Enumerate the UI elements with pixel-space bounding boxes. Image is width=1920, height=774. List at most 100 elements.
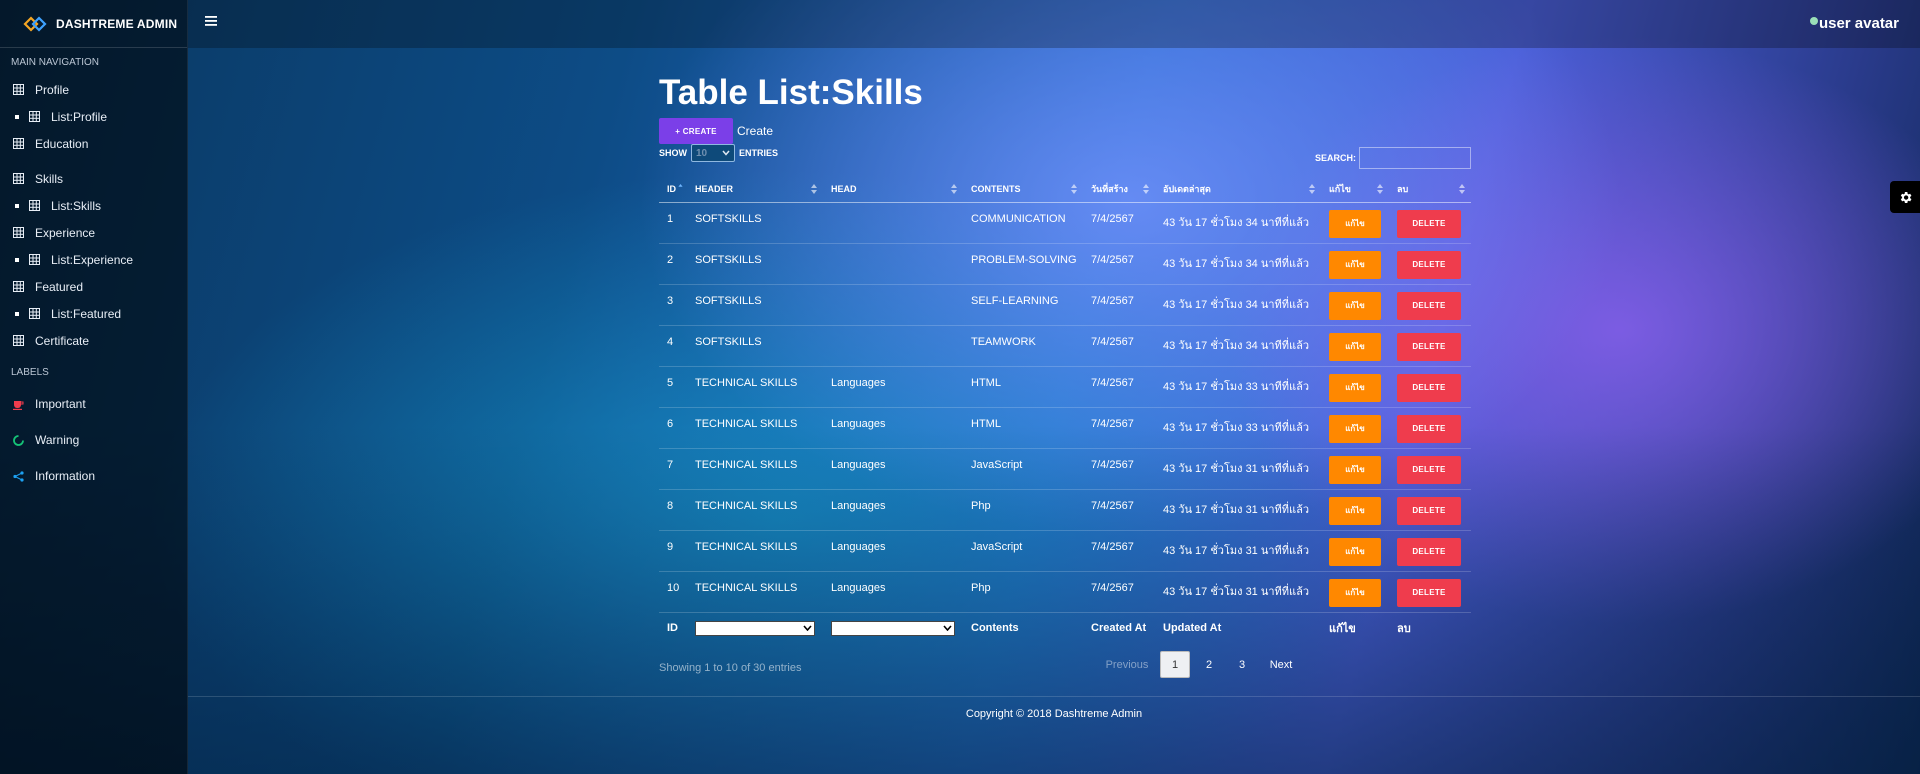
delete-button[interactable]: DELETE xyxy=(1397,209,1461,238)
cell-edit: แก้ไข xyxy=(1321,366,1389,408)
cell-edit: แก้ไข xyxy=(1321,202,1389,244)
pagination-next[interactable]: Next xyxy=(1261,651,1301,678)
footer-head-filter-cell xyxy=(823,611,963,644)
gear-icon xyxy=(1900,191,1911,203)
sidebar-item-list-featured[interactable]: List:Featured xyxy=(0,300,187,327)
sidebar-item-education[interactable]: Education xyxy=(0,130,187,157)
cell-updated: 43 วัน 17 ชั่วโมง 34 นาทีที่แล้ว xyxy=(1155,243,1321,285)
column-header-label: HEAD xyxy=(831,183,857,194)
column-header-7[interactable]: ลบ xyxy=(1389,176,1471,203)
delete-button[interactable]: DELETE xyxy=(1397,578,1461,607)
brand[interactable]: DASHTREME ADMIN xyxy=(0,0,187,48)
edit-button[interactable]: แก้ไข xyxy=(1329,537,1381,566)
cell-contents: PROBLEM-SOLVING xyxy=(963,243,1083,285)
label-item-warning[interactable]: Warning xyxy=(0,422,187,458)
sidebar-item-certificate[interactable]: Certificate xyxy=(0,327,187,354)
sidebar-item-label: Skills xyxy=(35,171,64,186)
search-input[interactable] xyxy=(1359,147,1471,169)
cell-delete: DELETE xyxy=(1389,530,1471,572)
head-filter-select[interactable] xyxy=(831,620,955,636)
cell-delete: DELETE xyxy=(1389,284,1471,326)
column-header-1[interactable]: HEADER xyxy=(687,176,823,203)
sidebar-item-skills[interactable]: Skills xyxy=(0,165,187,192)
create-button[interactable]: + CREATE xyxy=(659,118,733,144)
edit-button[interactable]: แก้ไข xyxy=(1329,455,1381,484)
edit-button[interactable]: แก้ไข xyxy=(1329,250,1381,279)
cell-delete: DELETE xyxy=(1389,489,1471,531)
cell-edit: แก้ไข xyxy=(1321,571,1389,613)
labels-header: LABELS xyxy=(11,367,49,378)
edit-button[interactable]: แก้ไข xyxy=(1329,209,1381,238)
edit-button[interactable]: แก้ไข xyxy=(1329,414,1381,443)
sidebar-item-list-experience[interactable]: List:Experience xyxy=(0,246,187,273)
label-item-text: Warning xyxy=(35,433,80,447)
nav-list: Profile List:Profile Education Skills List:S… xyxy=(0,76,187,354)
delete-button[interactable]: DELETE xyxy=(1397,414,1461,443)
cell-id: 8 xyxy=(659,489,687,531)
column-header-5[interactable]: อัปเดตล่าสุด xyxy=(1155,176,1321,203)
chevron-down-icon xyxy=(943,625,952,632)
page-length-select[interactable]: 10 xyxy=(691,144,735,162)
table-row: 10 TECHNICAL SKILLS Languages Php 7/4/2567 43… xyxy=(659,571,1471,613)
column-header-3[interactable]: CONTENTS xyxy=(963,176,1083,203)
column-header-6[interactable]: แก้ไข xyxy=(1321,176,1389,203)
footer-updated-label: Updated At xyxy=(1155,611,1321,644)
sub-bullet xyxy=(15,311,19,316)
sub-bullet xyxy=(15,114,19,119)
delete-button[interactable]: DELETE xyxy=(1397,373,1461,402)
pagination-page-2[interactable]: 2 xyxy=(1195,651,1223,678)
cell-updated: 43 วัน 17 ชั่วโมง 31 นาทีที่แล้ว xyxy=(1155,571,1321,613)
delete-button[interactable]: DELETE xyxy=(1397,291,1461,320)
table-grid-icon xyxy=(29,111,40,122)
label-item-important[interactable]: Important xyxy=(0,386,187,422)
sidebar-item-list-skills[interactable]: List:Skills xyxy=(0,192,187,219)
sidebar-item-label: Experience xyxy=(35,225,96,240)
pagination-page-1[interactable]: 1 xyxy=(1160,651,1190,678)
delete-button[interactable]: DELETE xyxy=(1397,537,1461,566)
column-header-label: ID xyxy=(667,183,676,194)
cell-edit: แก้ไข xyxy=(1321,284,1389,326)
column-header-0[interactable]: ID xyxy=(659,176,687,203)
edit-button[interactable]: แก้ไข xyxy=(1329,578,1381,607)
settings-toggle[interactable] xyxy=(1890,181,1920,213)
header-filter-select[interactable] xyxy=(695,620,815,636)
pagination-page-3[interactable]: 3 xyxy=(1228,651,1256,678)
cell-created: 7/4/2567 xyxy=(1083,407,1155,449)
edit-button[interactable]: แก้ไข xyxy=(1329,332,1381,361)
menu-toggle-icon[interactable] xyxy=(205,16,217,26)
cell-id: 10 xyxy=(659,571,687,613)
table-row: 8 TECHNICAL SKILLS Languages Php 7/4/2567 43 … xyxy=(659,489,1471,531)
delete-button[interactable]: DELETE xyxy=(1397,455,1461,484)
column-header-4[interactable]: วันที่สร้าง xyxy=(1083,176,1155,203)
cell-id: 1 xyxy=(659,202,687,244)
sidebar-item-experience[interactable]: Experience xyxy=(0,219,187,246)
cell-id: 5 xyxy=(659,366,687,408)
table-row: 4 SOFTSKILLS TEAMWORK 7/4/2567 43 วัน 17 ชั่… xyxy=(659,325,1471,367)
delete-button[interactable]: DELETE xyxy=(1397,332,1461,361)
cell-contents: HTML xyxy=(963,407,1083,449)
sidebar-item-list-profile[interactable]: List:Profile xyxy=(0,103,187,130)
cell-delete: DELETE xyxy=(1389,243,1471,285)
cell-head xyxy=(823,202,963,244)
sidebar-item-profile[interactable]: Profile xyxy=(0,76,187,103)
column-header-2[interactable]: HEAD xyxy=(823,176,963,203)
pagination-previous[interactable]: Previous xyxy=(1099,651,1155,678)
cell-head xyxy=(823,243,963,285)
cell-header: SOFTSKILLS xyxy=(687,202,823,244)
sidebar-item-label: Education xyxy=(35,136,89,151)
create-link[interactable]: Create xyxy=(737,124,773,138)
delete-button[interactable]: DELETE xyxy=(1397,496,1461,525)
search-control: SEARCH: xyxy=(1315,147,1471,169)
cell-created: 7/4/2567 xyxy=(1083,202,1155,244)
edit-button[interactable]: แก้ไข xyxy=(1329,373,1381,402)
edit-button[interactable]: แก้ไข xyxy=(1329,496,1381,525)
label-item-information[interactable]: Information xyxy=(0,458,187,494)
table-grid-icon xyxy=(13,84,24,95)
cell-head: Languages xyxy=(823,489,963,531)
cell-id: 6 xyxy=(659,407,687,449)
delete-button[interactable]: DELETE xyxy=(1397,250,1461,279)
cell-created: 7/4/2567 xyxy=(1083,530,1155,572)
edit-button[interactable]: แก้ไข xyxy=(1329,291,1381,320)
sidebar-item-featured[interactable]: Featured xyxy=(0,273,187,300)
user-avatar[interactable]: user avatar xyxy=(1809,15,1899,32)
